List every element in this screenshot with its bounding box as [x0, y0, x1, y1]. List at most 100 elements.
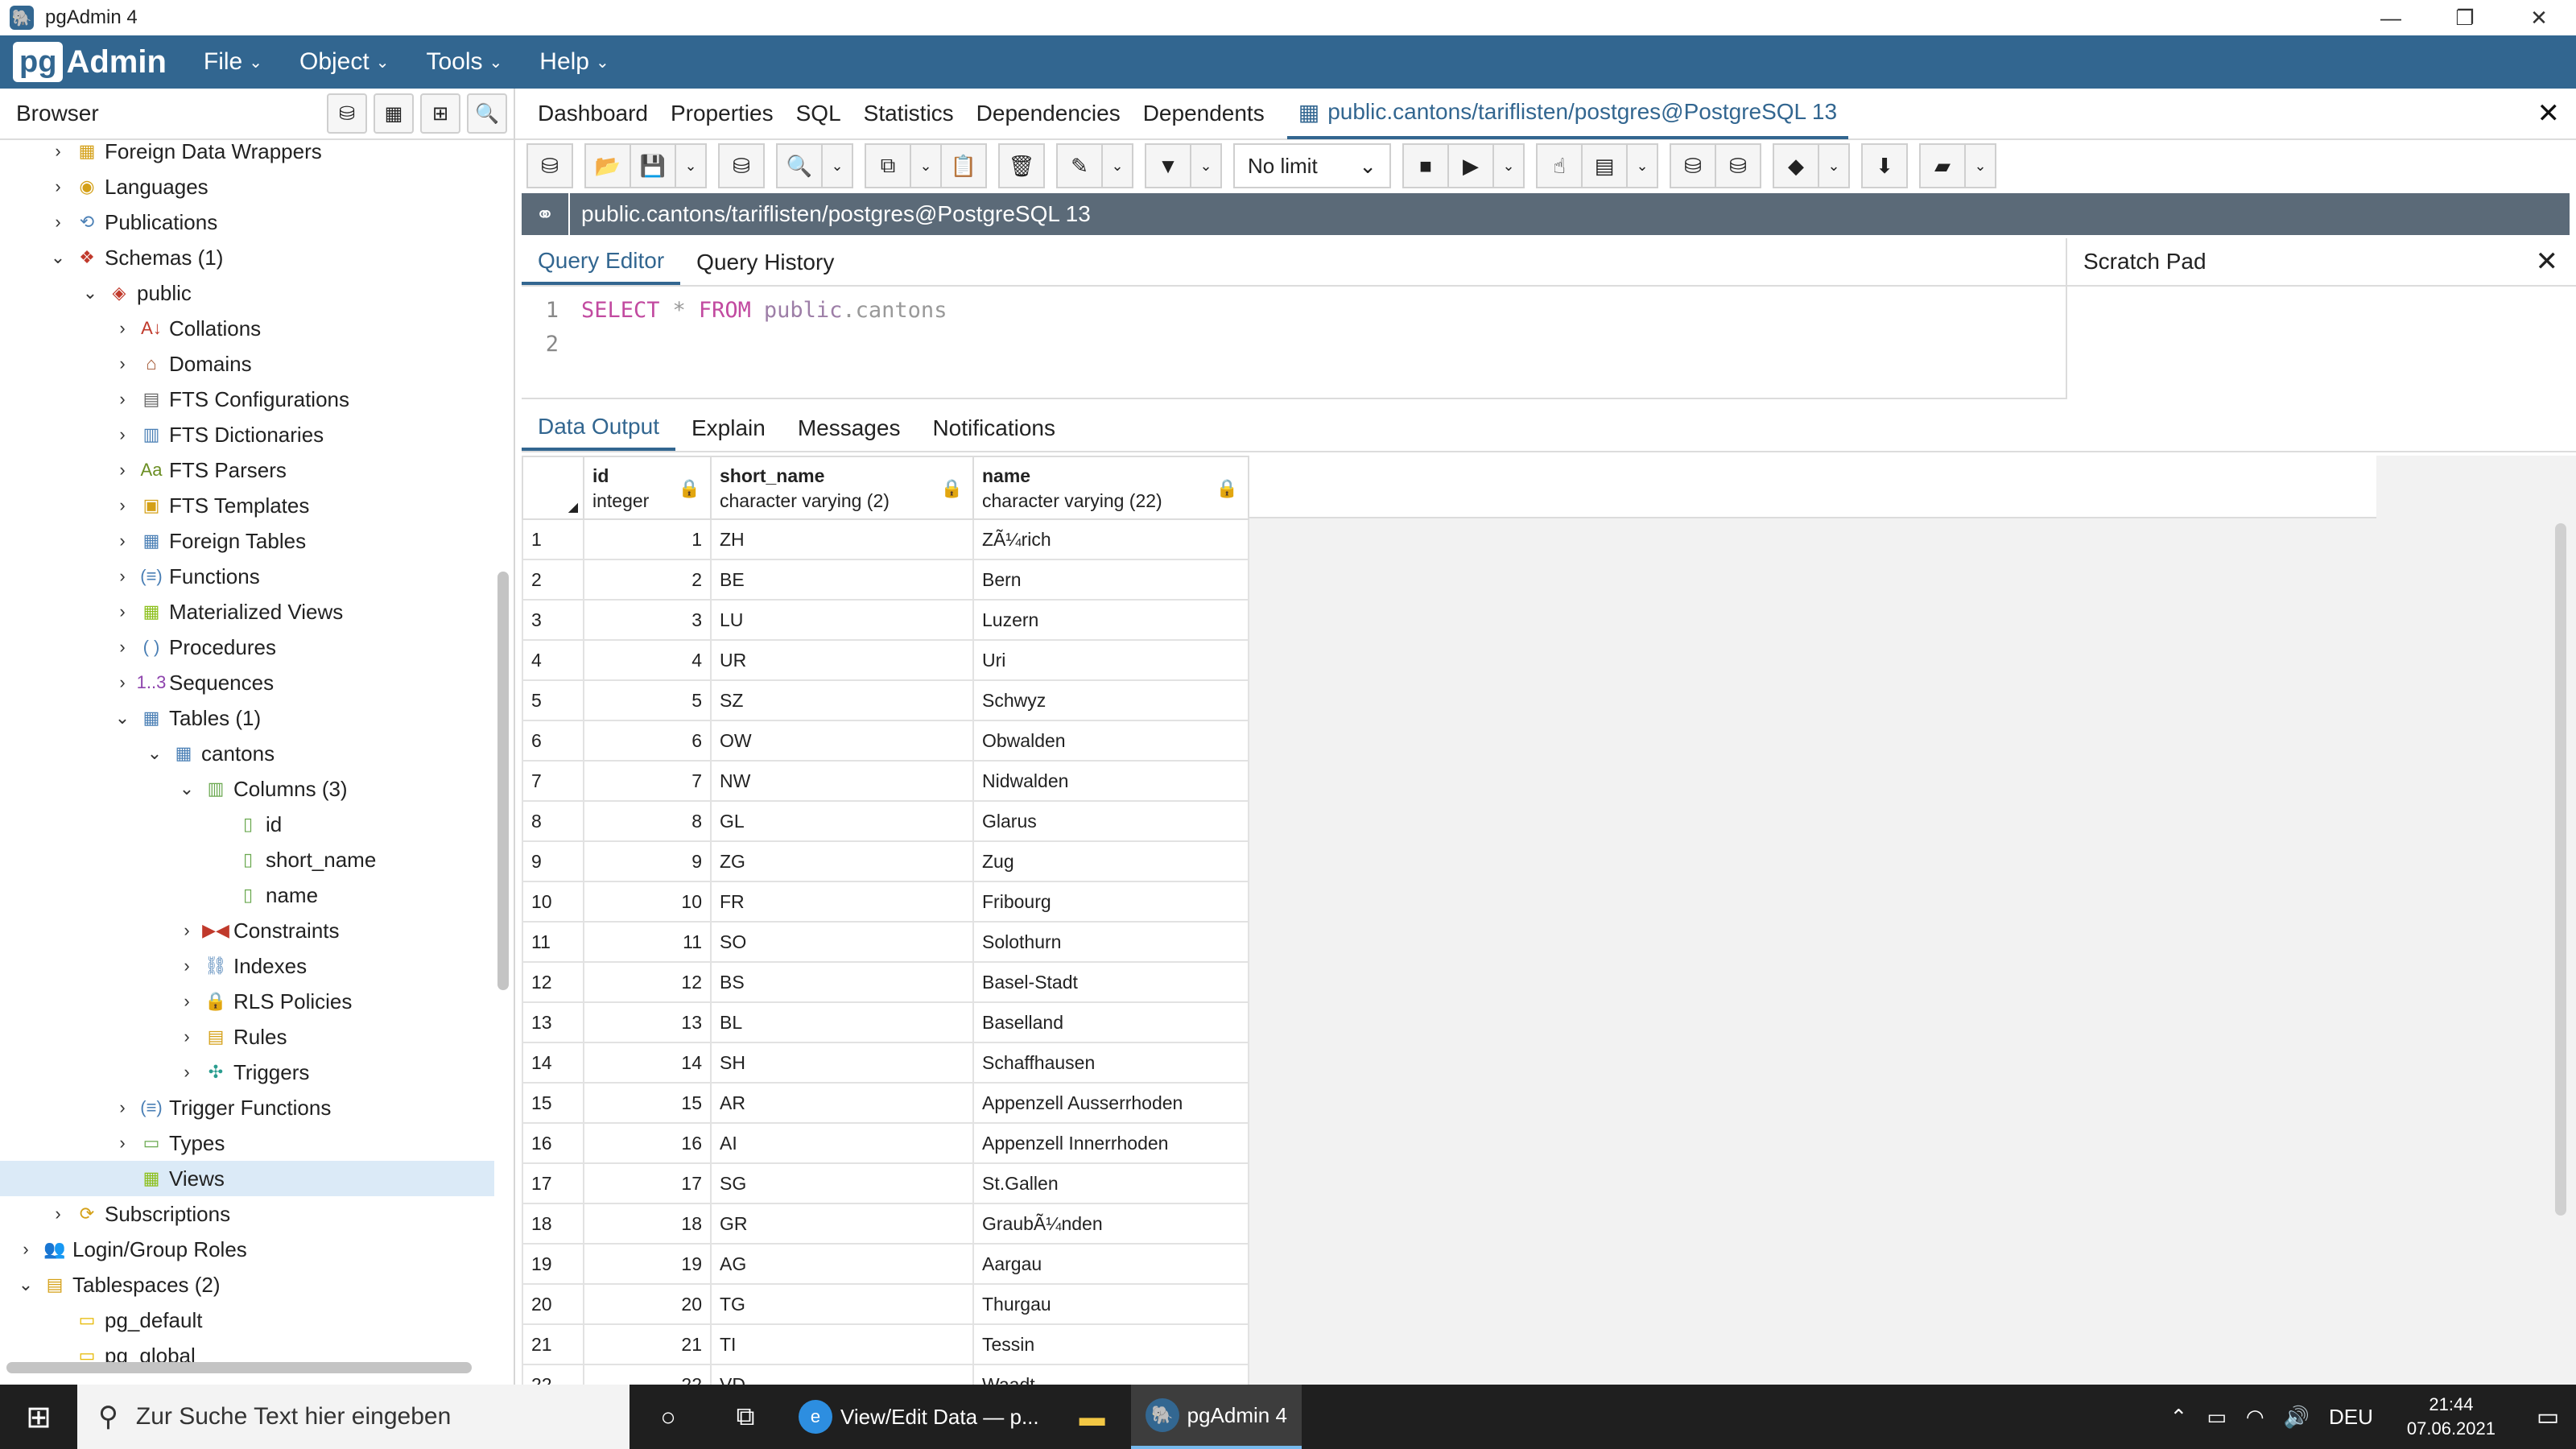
- cell-name[interactable]: Glarus: [972, 800, 1249, 842]
- tree-item[interactable]: › 👥 Login/Group Roles: [0, 1232, 494, 1267]
- chevron-right-icon[interactable]: ›: [177, 1062, 196, 1083]
- chevron-down-icon[interactable]: ⌄: [145, 743, 164, 764]
- chevron-right-icon[interactable]: ›: [113, 318, 132, 339]
- chevron-right-icon[interactable]: ›: [177, 1026, 196, 1047]
- cell-id[interactable]: 19: [583, 1243, 712, 1285]
- chevron-right-icon[interactable]: ›: [177, 956, 196, 976]
- tree-item[interactable]: › ( ) Procedures: [0, 630, 494, 665]
- menu-help[interactable]: Help ⌄: [539, 48, 609, 76]
- table-row[interactable]: 13 13 BL Baselland: [522, 1001, 1249, 1043]
- row-number[interactable]: 10: [522, 881, 584, 923]
- chevron-down-icon[interactable]: ⌄: [113, 708, 132, 729]
- tree-item[interactable]: › ▦ Foreign Data Wrappers: [0, 140, 494, 169]
- tree-item[interactable]: › ⟲ Publications: [0, 204, 494, 240]
- explain-icon[interactable]: ☝: [1536, 143, 1583, 188]
- edit-dropdown-chevron-down-icon[interactable]: ⌄: [1101, 143, 1133, 188]
- cell-short-name[interactable]: BS: [710, 961, 974, 1003]
- cell-name[interactable]: Tessin: [972, 1323, 1249, 1365]
- cell-short-name[interactable]: SG: [710, 1162, 974, 1204]
- save-data-icon[interactable]: ⛁: [718, 143, 765, 188]
- search-objects-icon[interactable]: 🔍: [467, 93, 507, 134]
- taskbar-app-edge[interactable]: e View/Edit Data — p...: [784, 1385, 1054, 1449]
- filter-dropdown-chevron-down-icon[interactable]: ⌄: [1190, 143, 1222, 188]
- chevron-up-icon[interactable]: ⌃: [2170, 1405, 2188, 1430]
- explain-dropdown-chevron-down-icon[interactable]: ⌄: [1626, 143, 1658, 188]
- row-number[interactable]: 9: [522, 840, 584, 882]
- filter-icon[interactable]: ▼: [1145, 143, 1191, 188]
- chevron-right-icon[interactable]: ›: [113, 1097, 132, 1118]
- row-number[interactable]: 8: [522, 800, 584, 842]
- commit-icon[interactable]: ⛁: [1670, 143, 1716, 188]
- save-dropdown-chevron-down-icon[interactable]: ⌄: [675, 143, 707, 188]
- cell-id[interactable]: 3: [583, 599, 712, 641]
- tab-dependencies[interactable]: Dependencies: [976, 88, 1121, 139]
- tab-sql[interactable]: SQL: [796, 88, 841, 139]
- tree-item[interactable]: › 1..3 Sequences: [0, 665, 494, 700]
- table-row[interactable]: 21 21 TI Tessin: [522, 1323, 1249, 1365]
- tree-item[interactable]: › ▤ FTS Configurations: [0, 382, 494, 417]
- cell-name[interactable]: Bern: [972, 559, 1249, 601]
- cell-id[interactable]: 8: [583, 800, 712, 842]
- taskbar-app-pgadmin[interactable]: 🐘 pgAdmin 4: [1130, 1385, 1302, 1449]
- table-row[interactable]: 16 16 AI Appenzell Innerrhoden: [522, 1122, 1249, 1164]
- find-dropdown-chevron-down-icon[interactable]: ⌄: [821, 143, 853, 188]
- tree-item[interactable]: ⌄ ❖ Schemas (1): [0, 240, 494, 275]
- column-header-name[interactable]: name character varying (22) 🔒: [972, 456, 1249, 520]
- tab-dashboard[interactable]: Dashboard: [538, 88, 648, 139]
- row-number[interactable]: 16: [522, 1122, 584, 1164]
- tree-item[interactable]: › ▤ Rules: [0, 1019, 494, 1055]
- row-number[interactable]: 12: [522, 961, 584, 1003]
- cell-name[interactable]: Schwyz: [972, 679, 1249, 721]
- table-row[interactable]: 18 18 GR GraubÃ¼nden: [522, 1203, 1249, 1245]
- notification-center-icon[interactable]: ▭: [2520, 1403, 2576, 1431]
- chevron-right-icon[interactable]: ›: [16, 1239, 35, 1260]
- cell-name[interactable]: Thurgau: [972, 1283, 1249, 1325]
- cell-name[interactable]: Basel-Stadt: [972, 961, 1249, 1003]
- row-number[interactable]: 17: [522, 1162, 584, 1204]
- cell-short-name[interactable]: NW: [710, 760, 974, 802]
- row-number[interactable]: 22: [522, 1364, 584, 1385]
- cell-short-name[interactable]: FR: [710, 881, 974, 923]
- browser-horizontal-scrollbar[interactable]: [6, 1362, 472, 1373]
- cell-id[interactable]: 2: [583, 559, 712, 601]
- chevron-right-icon[interactable]: ›: [48, 1203, 68, 1224]
- browser-vertical-scrollbar[interactable]: [497, 572, 509, 990]
- tree-item[interactable]: › ✣ Triggers: [0, 1055, 494, 1090]
- rollback-icon[interactable]: ⛁: [1715, 143, 1761, 188]
- download-icon[interactable]: ⬇: [1861, 143, 1908, 188]
- cell-id[interactable]: 22: [583, 1364, 712, 1385]
- restore-button[interactable]: ❐: [2428, 0, 2502, 35]
- cell-name[interactable]: Zug: [972, 840, 1249, 882]
- connection-status-icon[interactable]: ⚭: [522, 193, 570, 235]
- cell-name[interactable]: Schaffhausen: [972, 1042, 1249, 1084]
- close-tab-icon[interactable]: ✕: [2537, 97, 2561, 130]
- tab-messages[interactable]: Messages: [782, 406, 917, 451]
- tab-statistics[interactable]: Statistics: [864, 88, 954, 139]
- tree-item[interactable]: ▦ Views: [0, 1161, 494, 1196]
- cell-id[interactable]: 16: [583, 1122, 712, 1164]
- wifi-icon[interactable]: ◠: [2246, 1405, 2264, 1430]
- paste-icon[interactable]: 📋: [940, 143, 987, 188]
- cell-short-name[interactable]: ZG: [710, 840, 974, 882]
- chevron-right-icon[interactable]: ›: [113, 566, 132, 587]
- cell-short-name[interactable]: AI: [710, 1122, 974, 1164]
- cell-id[interactable]: 5: [583, 679, 712, 721]
- execute-play-icon[interactable]: ▶: [1447, 143, 1494, 188]
- chevron-right-icon[interactable]: ›: [177, 991, 196, 1012]
- table-row[interactable]: 7 7 NW Nidwalden: [522, 760, 1249, 802]
- explain-analyze-icon[interactable]: ▤: [1581, 143, 1628, 188]
- row-number[interactable]: 20: [522, 1283, 584, 1325]
- row-number[interactable]: 19: [522, 1243, 584, 1285]
- windows-start-icon[interactable]: ⊞: [0, 1385, 77, 1449]
- cell-id[interactable]: 13: [583, 1001, 712, 1043]
- tree-item[interactable]: › (≡) Trigger Functions: [0, 1090, 494, 1125]
- cell-short-name[interactable]: LU: [710, 599, 974, 641]
- cell-name[interactable]: Fribourg: [972, 881, 1249, 923]
- cell-short-name[interactable]: AR: [710, 1082, 974, 1124]
- row-number[interactable]: 6: [522, 720, 584, 762]
- cell-name[interactable]: Nidwalden: [972, 760, 1249, 802]
- cell-short-name[interactable]: BE: [710, 559, 974, 601]
- tree-item[interactable]: ▯ name: [0, 877, 494, 913]
- row-number[interactable]: 4: [522, 639, 584, 681]
- table-row[interactable]: 19 19 AG Aargau: [522, 1243, 1249, 1285]
